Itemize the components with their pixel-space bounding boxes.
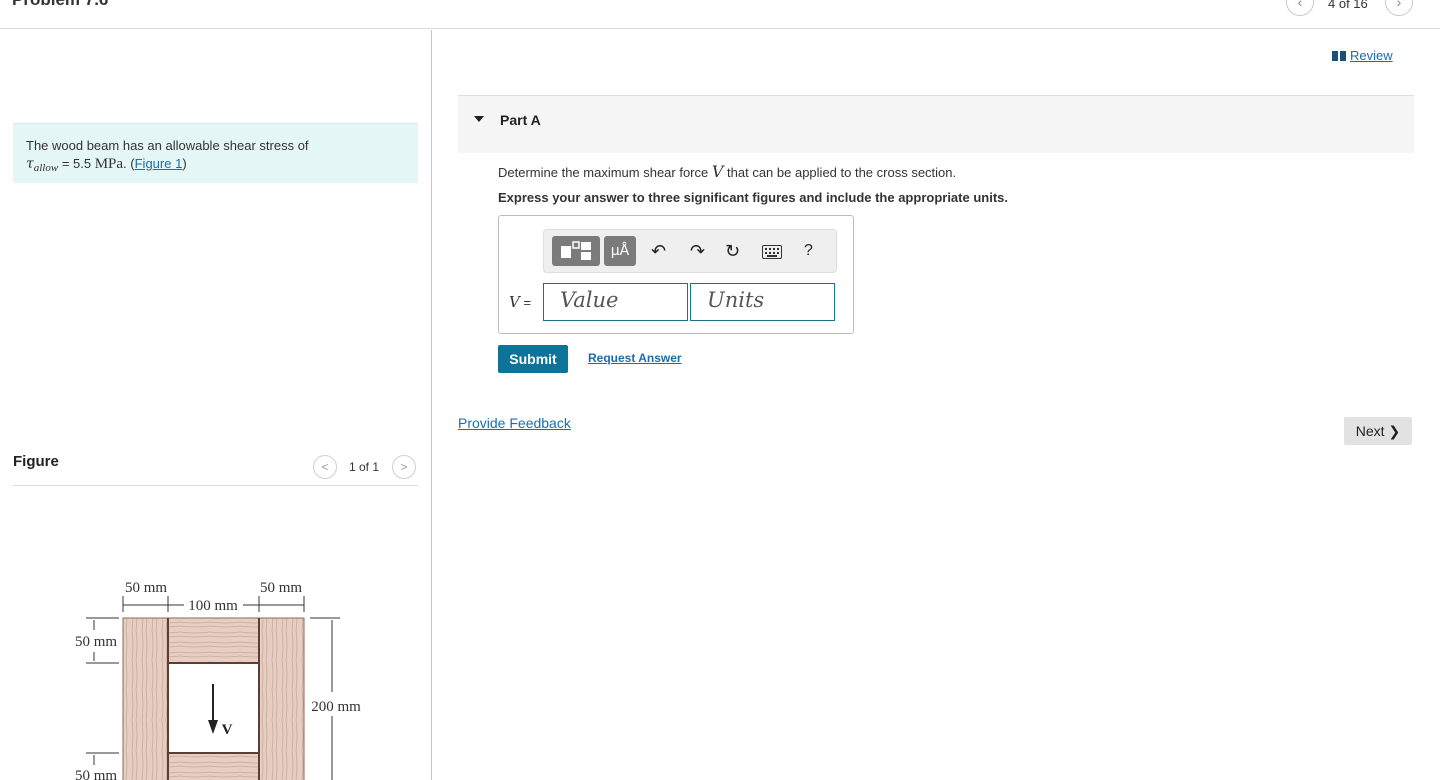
stress-value: = 5.5 xyxy=(58,156,95,171)
figure-header: Figure < 1 of 1 > xyxy=(13,453,418,486)
dim-side-top: 50 mm xyxy=(75,634,117,650)
variable-equals: = xyxy=(519,295,532,310)
chevron-left-icon: < xyxy=(321,460,329,474)
statement-punct: . ( xyxy=(123,156,135,171)
request-answer-link[interactable]: Request Answer xyxy=(588,351,682,365)
top-bar: Problem 7.6 ‹ 4 of 16 › xyxy=(0,0,1440,29)
statement-text: The wood beam has an allowable shear str… xyxy=(26,138,309,153)
force-label: V xyxy=(222,722,233,738)
left-panel: The wood beam has an allowable shear str… xyxy=(0,30,431,780)
variable-label: V = xyxy=(509,293,531,311)
instruction-text: Express your answer to three significant… xyxy=(498,190,1008,205)
chevron-right-icon: › xyxy=(1396,0,1402,10)
templates-icon xyxy=(561,241,591,260)
next-problem-button[interactable]: › xyxy=(1385,0,1413,16)
question-text: Determine the maximum shear force V that… xyxy=(498,162,956,181)
figure-next-button[interactable]: > xyxy=(392,455,416,479)
review-label: Review xyxy=(1350,48,1393,63)
dim-side-bottom: 50 mm xyxy=(75,768,117,780)
statement-punct-close: ) xyxy=(182,156,187,171)
question-var: V xyxy=(711,162,724,181)
prev-problem-button[interactable]: ‹ xyxy=(1286,0,1314,16)
value-input[interactable]: Value xyxy=(543,283,688,321)
keyboard-icon[interactable] xyxy=(762,242,782,264)
force-arrow-head xyxy=(208,720,218,734)
problem-page-count: 4 of 16 xyxy=(1328,0,1368,11)
next-button[interactable]: Next ❯ xyxy=(1344,417,1412,445)
dim-top-right: 50 mm xyxy=(260,580,302,596)
right-panel: Review Part A Determine the maximum shea… xyxy=(432,30,1440,780)
templates-button[interactable] xyxy=(552,236,600,266)
dim-top-mid: 100 mm xyxy=(188,598,238,614)
units-symbols-button[interactable]: μÅ xyxy=(604,236,636,266)
problem-title: Problem 7.6 xyxy=(12,0,108,10)
question-prefix: Determine the maximum shear force xyxy=(498,165,712,180)
review-link[interactable]: Review xyxy=(1332,48,1393,63)
figure-title: Figure xyxy=(13,453,59,470)
top-plank xyxy=(167,617,260,664)
chevron-left-icon: ‹ xyxy=(1297,0,1303,10)
bottom-plank xyxy=(167,752,260,780)
answer-box: μÅ ↶ ↷ ↻ ? V = Value Units xyxy=(498,215,854,334)
figure-counter: 1 of 1 xyxy=(349,460,380,474)
question-suffix: that can be applied to the cross section… xyxy=(723,165,957,180)
caret-down-icon xyxy=(474,116,484,122)
redo-icon[interactable]: ↷ xyxy=(690,240,705,262)
variable-symbol: V xyxy=(509,293,520,311)
beam-cross-section-figure: 50 mm 100 mm 50 mm 50 mm 50 mm 200 mm V xyxy=(75,580,361,780)
reset-icon[interactable]: ↻ xyxy=(725,240,740,262)
problem-statement: The wood beam has an allowable shear str… xyxy=(13,123,418,183)
chevron-right-icon: > xyxy=(400,460,408,474)
figure-link[interactable]: Figure 1 xyxy=(135,156,183,171)
next-label: Next xyxy=(1355,423,1385,439)
units-input[interactable]: Units xyxy=(690,283,835,321)
figure-prev-button[interactable]: < xyxy=(313,455,337,479)
left-plank xyxy=(122,617,169,780)
dim-top-left: 50 mm xyxy=(125,580,167,596)
stress-unit: MPa xyxy=(94,156,124,172)
provide-feedback-link[interactable]: Provide Feedback xyxy=(458,415,571,431)
book-icon xyxy=(1332,50,1346,61)
undo-icon[interactable]: ↶ xyxy=(651,240,666,262)
tau-subscript: allow xyxy=(33,162,59,174)
help-button[interactable]: ? xyxy=(804,240,813,262)
math-toolbar: μÅ ↶ ↷ ↻ ? xyxy=(543,229,837,273)
submit-button[interactable]: Submit xyxy=(498,345,568,373)
part-a-header[interactable]: Part A xyxy=(458,95,1414,153)
chevron-right-icon: ❯ xyxy=(1388,422,1401,439)
dim-height: 200 mm xyxy=(311,699,361,715)
right-plank xyxy=(258,617,305,780)
part-a-title: Part A xyxy=(500,112,541,128)
tau-symbol: τ xyxy=(26,156,34,172)
